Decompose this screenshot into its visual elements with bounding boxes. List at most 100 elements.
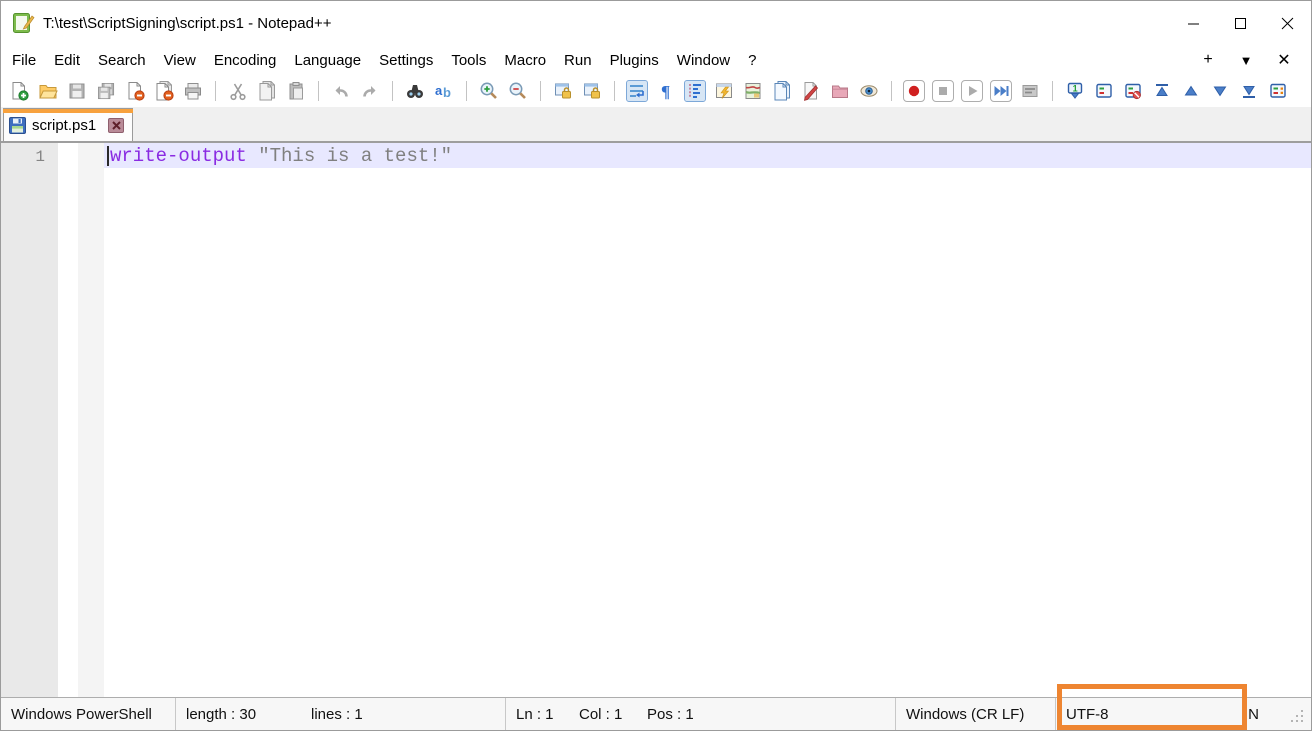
menu-item-language[interactable]: Language: [285, 48, 370, 73]
cut-button[interactable]: [228, 81, 248, 101]
status-ln: Ln : 1: [516, 706, 579, 723]
folder-as-workspace-icon: [830, 81, 850, 101]
undo-button[interactable]: [331, 81, 351, 101]
text-caret: [107, 146, 109, 166]
bookmark-options-button[interactable]: [1268, 81, 1288, 101]
fold-margin[interactable]: [78, 143, 104, 697]
tab-list-button[interactable]: ▼: [1231, 53, 1261, 68]
menu-item-settings[interactable]: Settings: [370, 48, 442, 73]
new-file-button[interactable]: [9, 81, 29, 101]
zoom-in-button[interactable]: [479, 81, 499, 101]
document-map-icon: [743, 81, 763, 101]
sync-horizontal-scroll-button[interactable]: [582, 81, 602, 101]
menu-item-macro[interactable]: Macro: [495, 48, 555, 73]
menu-item-plugins[interactable]: Plugins: [601, 48, 668, 73]
line-number: 1: [1, 145, 45, 170]
copy-button[interactable]: [257, 81, 277, 101]
menu-item-tools[interactable]: Tools: [442, 48, 495, 73]
function-list-icon: [714, 81, 734, 101]
saved-file-icon: [9, 117, 26, 134]
macro-stop-button[interactable]: [933, 81, 953, 101]
bookmark-previous-button[interactable]: [1181, 81, 1201, 101]
show-all-characters-icon: ¶: [656, 81, 676, 101]
close-all-icon: [154, 81, 174, 101]
sync-vertical-scroll-button[interactable]: [553, 81, 573, 101]
svg-text:a: a: [435, 83, 443, 98]
menu-item-window[interactable]: Window: [668, 48, 739, 73]
save-all-button[interactable]: [96, 81, 116, 101]
bookmark-clear-icon: [1123, 81, 1143, 101]
close-icon: [1281, 17, 1294, 30]
status-eol-format: Windows (CR LF): [896, 698, 1056, 730]
open-file-icon: [38, 81, 58, 101]
goto-line-button[interactable]: 1: [1065, 81, 1085, 101]
minimize-button[interactable]: [1170, 1, 1217, 45]
monitoring-button[interactable]: [859, 81, 879, 101]
bookmark-options-icon: [1268, 81, 1288, 101]
menu-bar-right-controls: + ▼ ✕: [1193, 50, 1311, 70]
code-area[interactable]: write-output "This is a test!": [104, 143, 1311, 697]
save-button[interactable]: [67, 81, 87, 101]
print-button[interactable]: [183, 81, 203, 101]
save-icon: [67, 81, 87, 101]
show-indent-guide-button[interactable]: [685, 81, 705, 101]
close-button[interactable]: [1264, 1, 1311, 45]
document-map-button[interactable]: [743, 81, 763, 101]
menu-item-edit[interactable]: Edit: [45, 48, 89, 73]
minimize-icon: [1187, 17, 1200, 30]
status-lines: lines : 1: [311, 706, 363, 723]
bookmark-toggle-button[interactable]: [1094, 81, 1114, 101]
toolbar: ab ¶ 1: [1, 75, 1311, 107]
paste-icon: [286, 81, 306, 101]
active-tab-accent: [3, 109, 133, 113]
macro-record-button[interactable]: [904, 81, 924, 101]
goto-first-line-button[interactable]: [1152, 81, 1172, 101]
menu-item-view[interactable]: View: [155, 48, 205, 73]
file-signature-button[interactable]: [801, 81, 821, 101]
open-file-button[interactable]: [38, 81, 58, 101]
menu-item-file[interactable]: File: [3, 48, 45, 73]
zoom-out-button[interactable]: [508, 81, 528, 101]
function-list-button[interactable]: [714, 81, 734, 101]
replace-icon: ab: [434, 81, 454, 101]
macro-play-icon: [962, 81, 982, 101]
bookmark-next-icon: [1210, 81, 1230, 101]
tab-close-button[interactable]: [108, 118, 124, 133]
goto-line-icon: 1: [1065, 81, 1085, 101]
goto-last-line-button[interactable]: [1239, 81, 1259, 101]
close-all-button[interactable]: [154, 81, 174, 101]
menu-item-encoding[interactable]: Encoding: [205, 48, 286, 73]
bookmark-clear-button[interactable]: [1123, 81, 1143, 101]
menu-item-help[interactable]: ?: [739, 48, 765, 73]
macro-play-button[interactable]: [962, 81, 982, 101]
folder-as-workspace-button[interactable]: [830, 81, 850, 101]
redo-button[interactable]: [360, 81, 380, 101]
bookmark-margin[interactable]: [58, 143, 78, 697]
close-file-button[interactable]: [125, 81, 145, 101]
macro-run-multiple-button[interactable]: [991, 81, 1011, 101]
close-file-icon: [125, 81, 145, 101]
status-insert-mode[interactable]: IN: [1244, 698, 1311, 730]
menu-item-search[interactable]: Search: [89, 48, 155, 73]
svg-text:1: 1: [1073, 84, 1078, 94]
menu-item-run[interactable]: Run: [555, 48, 601, 73]
close-document-button[interactable]: ✕: [1269, 50, 1299, 70]
code-line-1[interactable]: write-output "This is a test!": [104, 143, 1311, 168]
new-tab-button[interactable]: +: [1193, 51, 1223, 69]
bookmark-next-button[interactable]: [1210, 81, 1230, 101]
word-wrap-button[interactable]: [627, 81, 647, 101]
toolbar-separator: [540, 81, 541, 101]
resize-grip[interactable]: [1291, 710, 1305, 728]
maximize-button[interactable]: [1217, 1, 1264, 45]
tab-script-ps1[interactable]: script.ps1: [3, 108, 133, 141]
macro-record-icon: [904, 81, 924, 101]
document-list-button[interactable]: [772, 81, 792, 101]
tab-label: script.ps1: [32, 117, 96, 134]
find-button[interactable]: [405, 81, 425, 101]
editor-pane[interactable]: 1 write-output "This is a test!": [1, 143, 1311, 697]
replace-button[interactable]: ab: [434, 81, 454, 101]
paste-button[interactable]: [286, 81, 306, 101]
show-all-characters-button[interactable]: ¶: [656, 81, 676, 101]
redo-icon: [360, 81, 380, 101]
macro-save-button[interactable]: [1020, 81, 1040, 101]
